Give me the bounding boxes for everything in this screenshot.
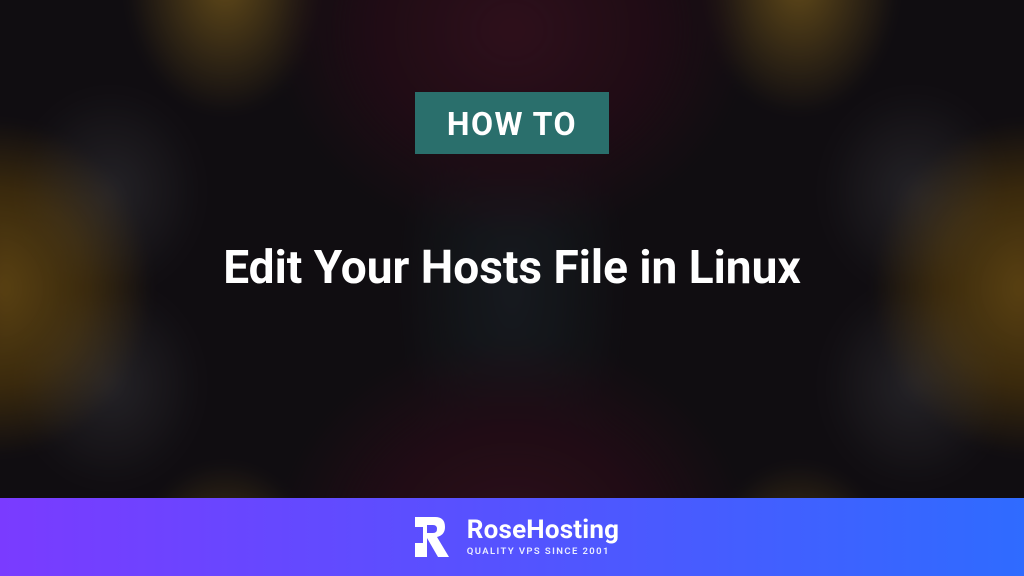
category-badge: HOW TO xyxy=(415,92,609,154)
brand-tagline: QUALITY VPS SINCE 2001 xyxy=(467,547,619,557)
brand-text: RoseHosting QUALITY VPS SINCE 2001 xyxy=(467,517,619,557)
brand-footer: RoseHosting QUALITY VPS SINCE 2001 xyxy=(0,498,1024,576)
content-area: HOW TO Edit Your Hosts File in Linux xyxy=(0,0,1024,576)
featured-image: HOW TO Edit Your Hosts File in Linux Ros… xyxy=(0,0,1024,576)
page-title: Edit Your Hosts File in Linux xyxy=(183,240,841,298)
brand-name: RoseHosting xyxy=(467,517,619,543)
brand-logo-icon xyxy=(405,513,453,561)
